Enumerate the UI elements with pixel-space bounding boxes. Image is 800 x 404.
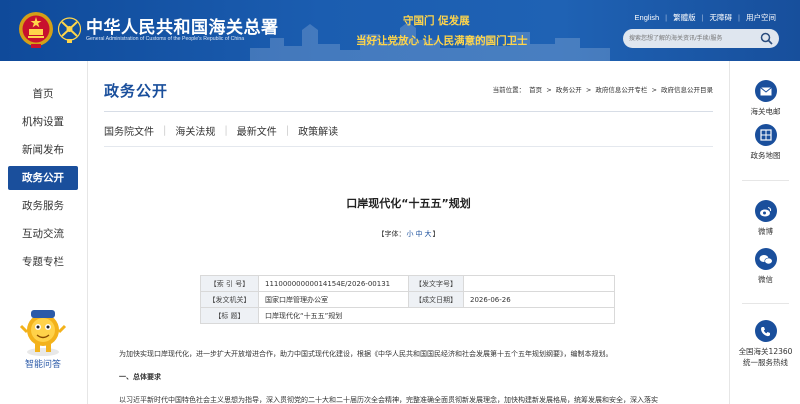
main-content: 政务公开 当前位置： 首页 > 政务公开 > 政府信息公开专栏 > 政府信息公开… bbox=[88, 61, 729, 404]
weibo-link[interactable]: 微博 bbox=[730, 200, 800, 237]
breadcrumb-prefix: 当前位置： bbox=[492, 86, 526, 94]
right-sidebar: 海关电邮 政务地图 微博 微信 全国海关12360 统一服务热线 bbox=[729, 61, 800, 404]
nav-item-topics[interactable]: 专题专栏 bbox=[8, 250, 78, 274]
weibo-icon bbox=[754, 200, 777, 222]
phone-icon bbox=[754, 320, 777, 342]
site-title-english: General Administration of Customs of the… bbox=[86, 36, 245, 42]
tabs-divider bbox=[104, 146, 713, 147]
left-navigation: 首页 机构设置 新闻发布 政务公开 政务服务 互动交流 专题专栏 智能问答 bbox=[0, 61, 88, 404]
sub-tabs: 国务院文件 | 海关法规 | 最新文件 | 政策解读 bbox=[104, 123, 347, 138]
site-header: 中华人民共和国海关总署 General Administration of Cu… bbox=[0, 0, 800, 61]
breadcrumb-separator: > bbox=[651, 86, 657, 94]
nav-item-services[interactable]: 政务服务 bbox=[8, 194, 78, 218]
breadcrumb-separator: > bbox=[546, 86, 552, 94]
font-size-prefix: 【字体： bbox=[377, 230, 406, 238]
nav-item-interaction[interactable]: 互动交流 bbox=[8, 222, 78, 246]
sidebar-divider bbox=[742, 180, 789, 181]
meta-value-issuing-authority: 国家口岸管理办公室 bbox=[258, 291, 409, 308]
page-title: 政务公开 bbox=[104, 82, 169, 100]
breadcrumb-item-home[interactable]: 首页 bbox=[529, 86, 542, 94]
meta-key-index-number: 【索 引 号】 bbox=[200, 275, 259, 292]
government-map-label: 政务地图 bbox=[750, 151, 781, 160]
hotline-label-line-2: 统一服务热线 bbox=[743, 358, 788, 367]
article-title: 口岸现代化“十五五”规划 bbox=[346, 197, 471, 210]
breadcrumb-item-info-catalog[interactable]: 政府信息公开目录 bbox=[661, 86, 713, 94]
government-map-link[interactable]: 政务地图 bbox=[730, 124, 800, 161]
font-size-small[interactable]: 小 bbox=[407, 230, 414, 238]
breadcrumb-item-government-affairs[interactable]: 政务公开 bbox=[556, 86, 582, 94]
body-paragraph: 以习近平新时代中国特色社会主义思想为指导，深入贯彻党的二十大和二十届历次全会精神… bbox=[119, 396, 658, 404]
mail-icon bbox=[754, 80, 777, 102]
map-icon bbox=[754, 124, 777, 146]
body-heading: 一、总体要求 bbox=[119, 373, 161, 381]
weibo-label: 微博 bbox=[758, 227, 773, 236]
customs-email-label: 海关电邮 bbox=[750, 107, 781, 116]
font-size-selector: 【字体：小中大】 bbox=[88, 229, 729, 239]
search-icon[interactable] bbox=[760, 32, 773, 45]
tab-divider: | bbox=[163, 125, 167, 136]
page: 中华人民共和国海关总署 General Administration of Cu… bbox=[0, 0, 800, 404]
meta-key-issuing-authority: 【发文机关】 bbox=[200, 291, 259, 308]
slogan-line-1: 守国门 促发展 bbox=[403, 15, 470, 27]
body-paragraph: 为加快实现口岸现代化，进一步扩大开放增进合作，助力中国式现代化建设，根据《中华人… bbox=[119, 350, 613, 358]
sidebar-divider bbox=[742, 303, 789, 304]
tab-divider: | bbox=[224, 125, 228, 136]
assistant-mascot-icon[interactable] bbox=[19, 306, 67, 358]
site-title[interactable]: 中华人民共和国海关总署 bbox=[86, 13, 279, 38]
top-links: English | 繁體版 | 无障碍 | 用户空间 bbox=[629, 12, 782, 23]
accessibility-link[interactable]: 无障碍 bbox=[704, 12, 739, 23]
meta-value-document-number bbox=[463, 275, 615, 292]
nav-item-news[interactable]: 新闻发布 bbox=[8, 138, 78, 162]
hotline-12360-link[interactable]: 全国海关12360 统一服务热线 bbox=[730, 320, 800, 368]
meta-value-title: 口岸现代化“十五五”规划 bbox=[258, 307, 615, 324]
breadcrumb: 当前位置： 首页 > 政务公开 > 政府信息公开专栏 > 政府信息公开目录 bbox=[492, 84, 714, 94]
document-meta-table: 【索 引 号】 11100000000014154E/2026-00131 【发… bbox=[200, 275, 615, 324]
slogan-line-2: 当好让党放心 让人民满意的国门卫士 bbox=[356, 35, 528, 47]
hotline-label-line-1: 全国海关12360 bbox=[738, 347, 793, 356]
english-link[interactable]: English bbox=[629, 13, 666, 22]
breadcrumb-item-info-column[interactable]: 政府信息公开专栏 bbox=[595, 86, 647, 94]
meta-key-title: 【标 题】 bbox=[200, 307, 259, 324]
national-emblem-icon bbox=[19, 12, 53, 48]
table-row: 【索 引 号】 11100000000014154E/2026-00131 【发… bbox=[200, 275, 615, 292]
meta-value-date: 2026-06-26 bbox=[463, 291, 615, 308]
search-input[interactable] bbox=[623, 29, 758, 48]
wechat-icon bbox=[754, 248, 777, 270]
customs-key-logo-icon bbox=[57, 17, 82, 43]
tab-divider: | bbox=[285, 125, 290, 136]
tab-policy-interpretation[interactable]: 政策解读 bbox=[298, 123, 347, 138]
table-row: 【发文机关】 国家口岸管理办公室 【成文日期】 2026-06-26 bbox=[200, 291, 615, 308]
wechat-label: 微信 bbox=[758, 275, 773, 284]
font-size-medium[interactable]: 中 bbox=[416, 230, 423, 238]
meta-key-date: 【成文日期】 bbox=[408, 291, 464, 308]
font-size-suffix: 】 bbox=[432, 230, 440, 238]
nav-item-organization[interactable]: 机构设置 bbox=[8, 110, 78, 134]
nav-item-government-affairs[interactable]: 政务公开 bbox=[8, 166, 78, 190]
customs-email-link[interactable]: 海关电邮 bbox=[730, 80, 800, 117]
user-space-link[interactable]: 用户空间 bbox=[740, 12, 782, 23]
tab-state-council-documents[interactable]: 国务院文件 bbox=[104, 123, 163, 138]
tab-customs-regulations[interactable]: 海关法规 bbox=[175, 123, 224, 138]
font-size-large[interactable]: 大 bbox=[425, 230, 432, 238]
table-row: 【标 题】 口岸现代化“十五五”规划 bbox=[200, 307, 615, 324]
nav-item-home[interactable]: 首页 bbox=[8, 82, 78, 106]
traditional-chinese-link[interactable]: 繁體版 bbox=[667, 12, 702, 23]
meta-key-document-number: 【发文字号】 bbox=[408, 275, 464, 292]
wechat-link[interactable]: 微信 bbox=[730, 248, 800, 285]
smart-qa-link[interactable]: 智能问答 bbox=[8, 357, 78, 370]
search-box bbox=[623, 29, 779, 48]
meta-value-index-number: 11100000000014154E/2026-00131 bbox=[258, 275, 409, 292]
breadcrumb-separator: > bbox=[585, 86, 592, 94]
title-divider bbox=[104, 111, 713, 112]
tab-latest-documents[interactable]: 最新文件 bbox=[237, 123, 286, 138]
